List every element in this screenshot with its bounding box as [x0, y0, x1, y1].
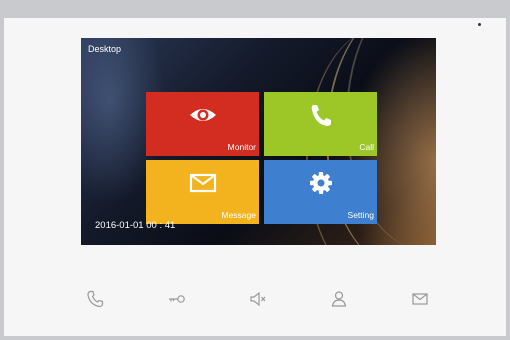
- envelope-icon: [412, 293, 428, 305]
- bottom-mute-button[interactable]: [248, 289, 268, 309]
- message-tile[interactable]: Message: [146, 160, 259, 224]
- monitor-label: Monitor: [227, 142, 256, 152]
- screen-title: Desktop: [88, 44, 122, 54]
- bottom-message-button[interactable]: [410, 289, 430, 309]
- key-icon: [169, 295, 185, 303]
- envelope-icon: [189, 173, 216, 193]
- desktop-screen: Desktop Monitor Call Message Setting 201…: [81, 38, 436, 245]
- phone-icon: [87, 290, 104, 308]
- speaker-mute-icon: [250, 291, 266, 307]
- date-time: 2016-01-01 00 : 41: [95, 220, 176, 231]
- bottom-call-button[interactable]: [85, 289, 105, 309]
- setting-label: Setting: [347, 210, 374, 220]
- bottom-unlock-button[interactable]: [167, 289, 187, 309]
- bottom-button-bar: [85, 289, 430, 309]
- monitor-tile[interactable]: Monitor: [146, 92, 259, 156]
- call-tile[interactable]: Call: [264, 92, 377, 156]
- eye-icon: [189, 109, 216, 121]
- bottom-user-button[interactable]: [329, 289, 349, 309]
- phone-icon: [311, 105, 331, 126]
- user-icon: [331, 291, 347, 307]
- message-label: Message: [221, 210, 257, 220]
- indicator-dot: [478, 23, 481, 26]
- call-label: Call: [359, 142, 374, 152]
- setting-tile[interactable]: Setting: [264, 160, 377, 224]
- gear-icon: [309, 172, 332, 194]
